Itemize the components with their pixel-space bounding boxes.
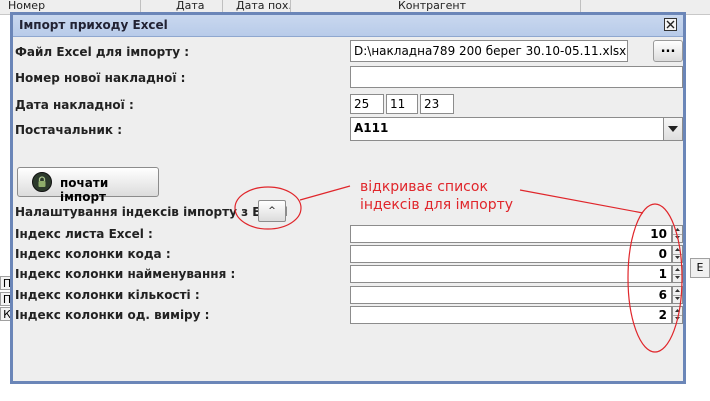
chevron-up-icon [675, 228, 680, 231]
name-column-field[interactable]: 1 [350, 265, 672, 283]
name-column-label: Індекс колонки найменування : [15, 267, 236, 281]
chevron-down-icon [675, 317, 680, 320]
close-button[interactable] [664, 18, 677, 31]
spinner-down-button[interactable] [673, 295, 682, 303]
index-list-toggle-button[interactable]: ^ [258, 200, 286, 222]
invoice-number-label: Номер нової накладної : [15, 71, 186, 85]
chevron-down-icon [675, 276, 680, 279]
supplier-dropdown[interactable]: А111 [350, 117, 683, 141]
date-day-field[interactable]: 25 [350, 94, 384, 114]
file-path-field[interactable]: D:\накладна789 200 берег 30.10-05.11.xls… [350, 40, 628, 62]
dialog-titlebar[interactable]: Імпорт приходу Excel [13, 15, 683, 37]
browse-button[interactable]: ... [653, 40, 683, 62]
chevron-down-icon [675, 256, 680, 259]
start-import-label: почати імпорт [60, 176, 109, 204]
code-column-spinner[interactable] [672, 245, 683, 263]
chevron-up-icon [675, 289, 680, 292]
column-header-number: Номер [8, 0, 46, 12]
start-import-button[interactable]: почати імпорт [17, 167, 159, 204]
spinner-down-button[interactable] [673, 274, 682, 282]
code-column-label: Індекс колонки кода : [15, 247, 171, 261]
invoice-number-field[interactable] [350, 66, 683, 88]
annotation-text-line1: відкриває список [360, 179, 488, 195]
file-label: Файл Excel для імпорту : [15, 45, 190, 59]
column-header-counterparty: Контрагент [398, 0, 467, 12]
date-month-field[interactable]: 11 [386, 94, 418, 114]
background-button[interactable]: Е [690, 258, 710, 278]
chevron-up-icon [675, 268, 680, 271]
chevron-up-icon [675, 309, 680, 312]
column-header-date: Дата [176, 0, 205, 12]
quantity-column-field[interactable]: 6 [350, 286, 672, 304]
sheet-index-spinner[interactable] [672, 225, 683, 243]
annotation-text-line2: індексів для імпорту [360, 197, 514, 213]
spinner-down-button[interactable] [673, 315, 682, 323]
dropdown-arrow-button[interactable] [663, 118, 682, 140]
index-settings-label: Налаштування індексів імпорту з Excel [15, 205, 288, 219]
import-dialog: Імпорт приходу Excel Файл Excel для імпо… [10, 12, 686, 384]
column-header-due-date: Дата пох. [236, 0, 292, 12]
quantity-column-spinner[interactable] [672, 286, 683, 304]
supplier-label: Постачальник : [15, 123, 122, 137]
chevron-down-icon [675, 297, 680, 300]
unit-column-label: Індекс колонки од. виміру : [15, 308, 210, 322]
code-column-field[interactable]: 0 [350, 245, 672, 263]
unit-column-spinner[interactable] [672, 306, 683, 324]
spinner-down-button[interactable] [673, 234, 682, 242]
date-year-field[interactable]: 23 [420, 94, 454, 114]
quantity-column-label: Індекс колонки кількості : [15, 288, 200, 302]
unit-column-field[interactable]: 2 [350, 306, 672, 324]
supplier-value: А111 [354, 121, 389, 135]
sheet-index-field[interactable]: 10 [350, 225, 672, 243]
lock-icon [32, 172, 52, 192]
chevron-down-icon [668, 126, 678, 132]
invoice-date-label: Дата накладної : [15, 98, 134, 112]
sheet-index-label: Індекс листа Excel : [15, 227, 153, 241]
close-icon [666, 20, 675, 29]
name-column-spinner[interactable] [672, 265, 683, 283]
dialog-title: Імпорт приходу Excel [19, 18, 168, 32]
chevron-down-icon [675, 236, 680, 239]
spinner-down-button[interactable] [673, 254, 682, 262]
chevron-up-icon [675, 248, 680, 251]
